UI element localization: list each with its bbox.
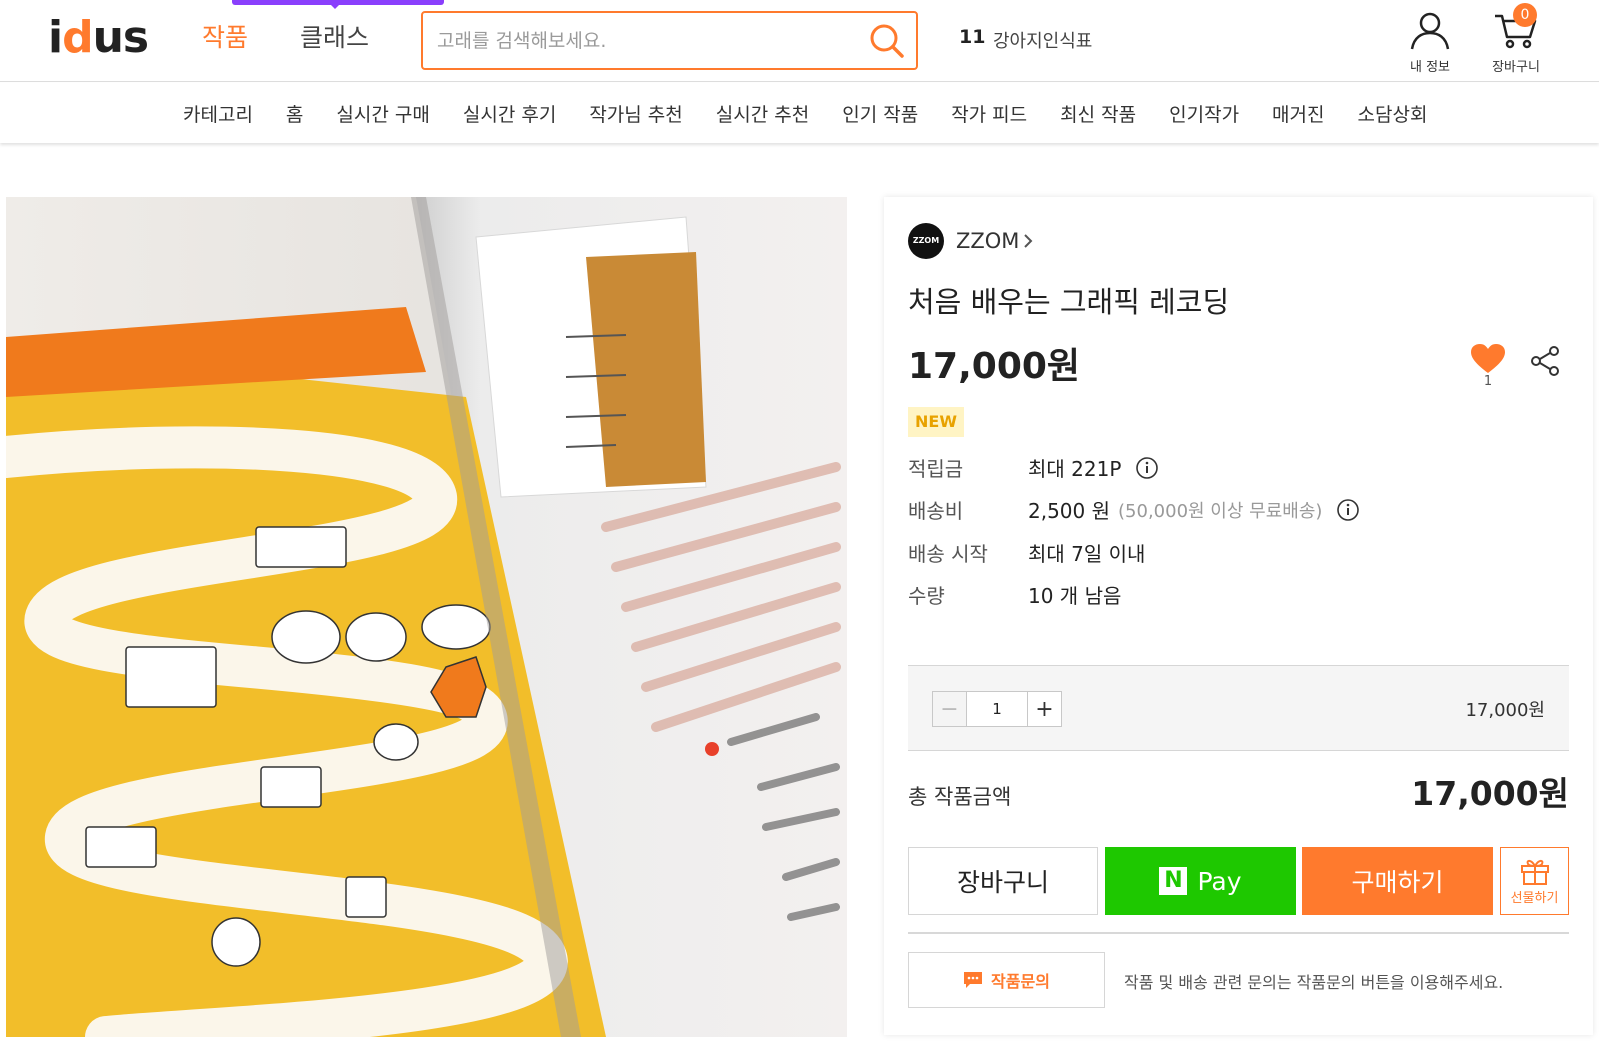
naver-pay-label: Pay (1197, 866, 1242, 896)
decrease-quantity-button[interactable]: − (933, 692, 967, 726)
gift-icon (1520, 859, 1549, 885)
category-nav-item[interactable]: 소담상회 (1358, 100, 1428, 127)
like-count: 1 (1483, 374, 1493, 389)
info-label: 배송비 (908, 499, 964, 523)
artist-name: ZZOM (956, 229, 1020, 253)
total-label: 총 작품금액 (908, 785, 1012, 809)
product-main-image[interactable] (6, 197, 847, 1037)
info-value: 2,500 원 (1028, 499, 1111, 523)
info-value: 최대 221P (1028, 457, 1122, 481)
category-nav-item[interactable]: 인기작가 (1169, 100, 1239, 127)
top-header: idus 작품 클래스 11 강아지인식표 내 정보 장바구니 0 (0, 0, 1599, 82)
gift-label: 선물하기 (1510, 890, 1559, 906)
add-to-cart-button[interactable]: 장바구니 (908, 847, 1098, 915)
category-nav-item[interactable]: 인기 작품 (842, 100, 918, 127)
logo-part-i: i (48, 12, 63, 63)
gift-button[interactable]: 선물하기 (1500, 847, 1569, 915)
trending-keyword[interactable]: 강아지인식표 (993, 27, 1092, 53)
info-value: 최대 7일 이내 (1028, 542, 1146, 566)
share-icon[interactable] (1530, 345, 1560, 377)
info-row-quantity: 수량 10 개 남음 (908, 580, 1121, 609)
category-nav-bar: 카테고리 홈 실시간 구매 실시간 후기 작가님 추천 실시간 추천 인기 작품 작가 피드 최… (0, 83, 1599, 143)
new-badge: NEW (908, 407, 964, 437)
my-info-button[interactable]: 내 정보 (1395, 10, 1465, 75)
info-circle-icon[interactable] (1336, 498, 1360, 522)
category-nav-item[interactable]: 실시간 후기 (463, 100, 556, 127)
category-nav-item[interactable]: 작가님 추천 (589, 100, 682, 127)
category-nav-item[interactable]: 최신 작품 (1060, 100, 1136, 127)
idus-logo[interactable]: idus (48, 12, 150, 64)
category-nav-item[interactable]: 홈 (286, 100, 303, 127)
product-price: 17,000원 (908, 346, 1081, 387)
total-price: 17,000원 (1411, 774, 1569, 813)
product-inquiry-label: 작품문의 (991, 972, 1050, 991)
naver-pay-button[interactable]: N Pay (1105, 847, 1296, 915)
info-value: 10 개 남음 (1028, 584, 1122, 608)
search-box (421, 11, 918, 70)
section-divider (908, 932, 1569, 934)
quantity-value[interactable]: 1 (967, 692, 1027, 726)
info-row-shipping-start: 배송 시작 최대 7일 이내 (908, 538, 1145, 567)
category-nav-item[interactable]: 매거진 (1272, 100, 1324, 127)
chat-bubble-icon (964, 972, 983, 988)
free-shipping-note: (50,000원 이상 무료배송) (1118, 500, 1323, 522)
info-label: 수량 (908, 584, 945, 608)
artist-avatar: ZZOM (908, 223, 944, 259)
info-label: 배송 시작 (908, 542, 988, 566)
cart-label: 장바구니 (1492, 60, 1540, 75)
search-input[interactable] (437, 25, 857, 57)
logo-part-us: us (92, 12, 150, 63)
info-row-shipping-fee: 배송비 2,500 원 (50,000원 이상 무료배송) (908, 495, 1360, 524)
cart-count-badge: 0 (1513, 3, 1537, 27)
artist-link[interactable]: ZZOM ZZOM (908, 223, 1033, 259)
info-circle-icon[interactable] (1135, 456, 1159, 480)
category-nav-item[interactable]: 실시간 추천 (716, 100, 809, 127)
search-icon[interactable] (868, 22, 906, 60)
category-nav-item[interactable]: 작가 피드 (951, 100, 1027, 127)
indicator-tip (330, 4, 340, 9)
product-inquiry-button[interactable]: 작품문의 (908, 952, 1105, 1008)
inquiry-note: 작품 및 배송 관련 문의는 작품문의 버튼을 이용해주세요. (1124, 973, 1504, 992)
tab-products[interactable]: 작품 (202, 20, 248, 56)
product-title: 처음 배우는 그래픽 레코딩 (908, 285, 1230, 319)
info-row-points: 적립금 최대 221P (908, 453, 1159, 482)
line-price: 17,000원 (1465, 700, 1545, 721)
trending-rank[interactable]: 11 (959, 26, 985, 48)
tab-classes[interactable]: 클래스 (300, 20, 369, 56)
user-icon (1410, 12, 1450, 50)
my-info-label: 내 정보 (1409, 60, 1450, 75)
info-label: 적립금 (908, 457, 964, 481)
buy-now-button[interactable]: 구매하기 (1302, 847, 1493, 915)
category-nav-item[interactable]: 실시간 구매 (336, 100, 429, 127)
heart-icon[interactable] (1471, 344, 1505, 374)
category-nav-item[interactable]: 카테고리 (183, 100, 253, 127)
logo-part-d: d (62, 12, 93, 63)
quantity-selector-box: − 1 + 17,000원 (908, 665, 1569, 751)
quantity-stepper: − 1 + (932, 691, 1062, 727)
book-photo (6, 197, 847, 1037)
increase-quantity-button[interactable]: + (1027, 692, 1061, 726)
category-nav-items: 카테고리 홈 실시간 구매 실시간 후기 작가님 추천 실시간 추천 인기 작품 작가 피드 최… (183, 83, 1460, 143)
product-info-panel: ZZOM ZZOM 처음 배우는 그래픽 레코딩 17,000원 1 NEW 적… (884, 197, 1593, 1035)
buy-now-label: 구매하기 (1351, 868, 1444, 897)
naver-pay-n-icon: N (1159, 867, 1188, 895)
chevron-right-icon (1024, 234, 1033, 248)
add-to-cart-label: 장바구니 (956, 868, 1049, 897)
